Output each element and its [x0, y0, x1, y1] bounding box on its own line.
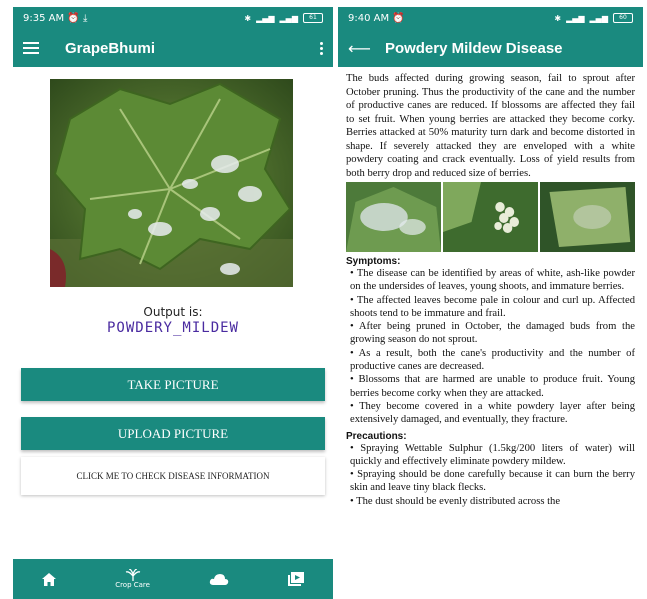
cloud-icon: [209, 574, 228, 585]
status-time: 9:35 AM ⏰ ⤓: [23, 12, 88, 24]
signal-icon: ▂▄▆: [256, 13, 275, 23]
bottom-navigation: Crop Care: [13, 559, 333, 599]
photo-leaf-underside: [540, 182, 635, 252]
battery-icon: 60: [613, 13, 633, 23]
intro-paragraph: The buds affected during growing season,…: [346, 73, 635, 179]
list-item: • The disease can be identified by areas…: [350, 268, 635, 293]
video-library-icon: [287, 572, 304, 586]
output-label: Output is:: [143, 305, 203, 319]
signal-icon: ▂▄▆: [589, 13, 608, 23]
back-arrow-icon[interactable]: ⟵: [348, 39, 371, 58]
menu-icon[interactable]: [23, 42, 39, 54]
nav-crop-care-label: Crop Care: [115, 581, 150, 589]
alarm-icon: ⏰: [67, 12, 80, 24]
home-icon: [42, 572, 57, 586]
take-picture-button[interactable]: TAKE PICTURE: [21, 368, 325, 401]
prediction-result: POWDERY_MILDEW: [106, 320, 239, 336]
list-item: • After being pruned in October, the dam…: [350, 321, 635, 346]
nav-weather[interactable]: [209, 573, 229, 585]
disease-info-card[interactable]: CLICK ME TO CHECK DISEASE INFORMATION: [21, 457, 325, 495]
leaf-image: [50, 79, 293, 287]
status-bar: 9:35 AM ⏰ ⤓ ✱ ▂▄▆ ▂▄▆ 61: [13, 7, 333, 29]
symptoms-list: • The disease can be identified by areas…: [346, 267, 635, 427]
photo-leaf-mildew: [346, 182, 441, 252]
symptoms-heading: Symptoms:: [346, 256, 401, 267]
list-item: • Blossoms that are harmed are unable to…: [350, 374, 635, 399]
precautions-heading: Precautions:: [346, 430, 407, 442]
bluetooth-icon: ✱: [554, 13, 562, 23]
list-item: • They become covered in a white powdery…: [350, 400, 635, 426]
status-bar: 9:40 AM ⏰ ✱ ▂▄▆ ▂▄▆ 60: [338, 7, 643, 29]
disease-detail-content[interactable]: The buds affected during growing season,…: [338, 67, 643, 599]
photo-berries-mildew: [443, 182, 538, 252]
page-title: Powdery Mildew Disease: [384, 39, 563, 57]
signal-icon: ▂▄▆: [279, 13, 298, 23]
list-item: • As a result, both the cane's productiv…: [350, 347, 635, 373]
list-item: • The dust should be evenly distributed …: [350, 495, 561, 507]
upload-picture-button[interactable]: UPLOAD PICTURE: [21, 417, 325, 450]
disease-photos: [346, 182, 635, 252]
precautions-list: • Spraying Wettable Sulphur (1.5kg/200 l…: [346, 442, 635, 508]
list-item: • The affected leaves become pale in col…: [350, 294, 635, 319]
app-title: GrapeBhumi: [65, 39, 156, 57]
phone-screen-detail: 9:40 AM ⏰ ✱ ▂▄▆ ▂▄▆ 60 ⟵ Powdery Mildew …: [338, 7, 643, 599]
list-item: • Spraying Wettable Sulphur (1.5kg/200 l…: [350, 442, 635, 467]
nav-crop-care[interactable]: Crop Care: [115, 569, 150, 589]
nav-videos[interactable]: [287, 572, 304, 586]
bluetooth-icon: ✱: [244, 13, 252, 23]
app-bar: ⟵ Powdery Mildew Disease: [338, 29, 643, 67]
more-vert-icon[interactable]: [320, 41, 323, 55]
nav-home[interactable]: [42, 572, 57, 586]
alarm-icon: ⏰: [392, 12, 405, 24]
app-bar: GrapeBhumi: [13, 29, 333, 67]
list-item: • Spraying should be done carefully beca…: [350, 469, 635, 494]
download-icon: ⤓: [82, 12, 88, 24]
battery-icon: 61: [303, 13, 323, 23]
phone-screen-main: 9:35 AM ⏰ ⤓ ✱ ▂▄▆ ▂▄▆ 61 GrapeBhumi Outp…: [13, 7, 333, 599]
status-time: 9:40 AM ⏰: [348, 12, 405, 24]
signal-icon: ▂▄▆: [566, 13, 585, 23]
crop-care-icon: [125, 569, 140, 581]
